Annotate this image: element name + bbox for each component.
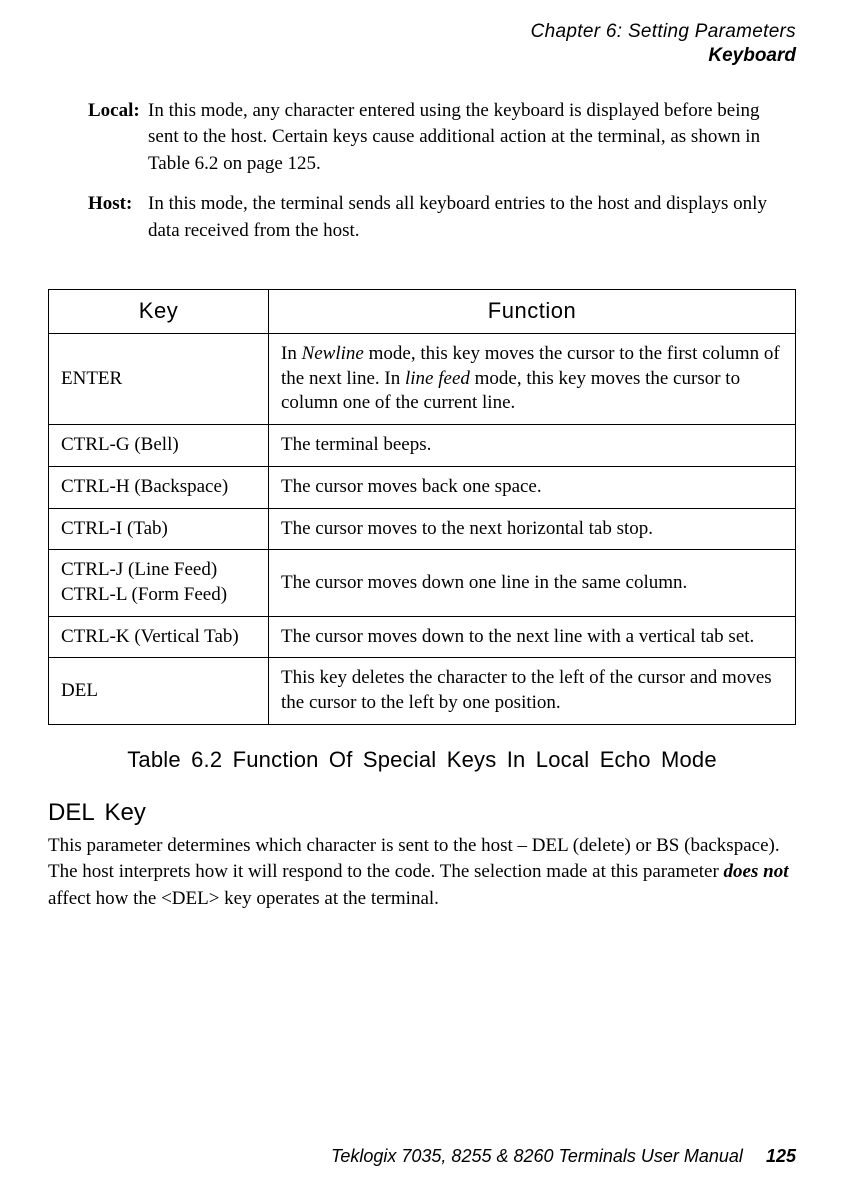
definition-row: Host: In this mode, the terminal sends a… [48, 191, 796, 244]
table-row: DELThis key deletes the character to the… [49, 658, 796, 724]
table-row: ENTERIn Newline mode, this key moves the… [49, 334, 796, 425]
header-section: Keyboard [48, 44, 796, 68]
table-cell-function: This key deletes the character to the le… [269, 658, 796, 724]
table-row: CTRL-K (Vertical Tab)The cursor moves do… [49, 616, 796, 658]
table-header-function: Function [269, 290, 796, 334]
body-paragraph: This parameter determines which characte… [48, 833, 796, 913]
special-keys-table: Key Function ENTERIn Newline mode, this … [48, 289, 796, 724]
table-row: CTRL-I (Tab)The cursor moves to the next… [49, 508, 796, 550]
table-cell-key: CTRL-I (Tab) [49, 508, 269, 550]
table-cell-key: CTRL-H (Backspace) [49, 466, 269, 508]
section-heading: DEL Key [48, 799, 796, 827]
table-header-row: Key Function [49, 290, 796, 334]
footer-page-number: 125 [766, 1146, 796, 1166]
definition-list: Local: In this mode, any character enter… [48, 98, 796, 245]
definition-description: In this mode, any character entered usin… [148, 98, 796, 178]
page-header: Chapter 6: Setting Parameters Keyboard [48, 20, 796, 68]
definition-row: Local: In this mode, any character enter… [48, 98, 796, 178]
table-cell-key: DEL [49, 658, 269, 724]
page-footer: Teklogix 7035, 8255 & 8260 Terminals Use… [331, 1146, 796, 1167]
definition-term: Host: [48, 191, 148, 244]
page: Chapter 6: Setting Parameters Keyboard L… [0, 0, 844, 1197]
table-cell-function: The terminal beeps. [269, 425, 796, 467]
definition-description: In this mode, the terminal sends all key… [148, 191, 796, 244]
table-cell-key: ENTER [49, 334, 269, 425]
table-cell-key: CTRL-K (Vertical Tab) [49, 616, 269, 658]
table-caption: Table 6.2 Function Of Special Keys In Lo… [48, 747, 796, 773]
definition-term: Local: [48, 98, 148, 178]
footer-manual-title: Teklogix 7035, 8255 & 8260 Terminals Use… [331, 1146, 743, 1166]
table-row: CTRL-H (Backspace)The cursor moves back … [49, 466, 796, 508]
table-row: CTRL-G (Bell)The terminal beeps. [49, 425, 796, 467]
table-cell-function: The cursor moves back one space. [269, 466, 796, 508]
table-cell-function: The cursor moves down one line in the sa… [269, 550, 796, 616]
header-chapter: Chapter 6: Setting Parameters [48, 20, 796, 44]
table-cell-key: CTRL-J (Line Feed)CTRL-L (Form Feed) [49, 550, 269, 616]
table-row: CTRL-J (Line Feed)CTRL-L (Form Feed)The … [49, 550, 796, 616]
table-header-key: Key [49, 290, 269, 334]
table-cell-function: The cursor moves to the next horizontal … [269, 508, 796, 550]
table-cell-key: CTRL-G (Bell) [49, 425, 269, 467]
table-cell-function: The cursor moves down to the next line w… [269, 616, 796, 658]
table-cell-function: In Newline mode, this key moves the curs… [269, 334, 796, 425]
